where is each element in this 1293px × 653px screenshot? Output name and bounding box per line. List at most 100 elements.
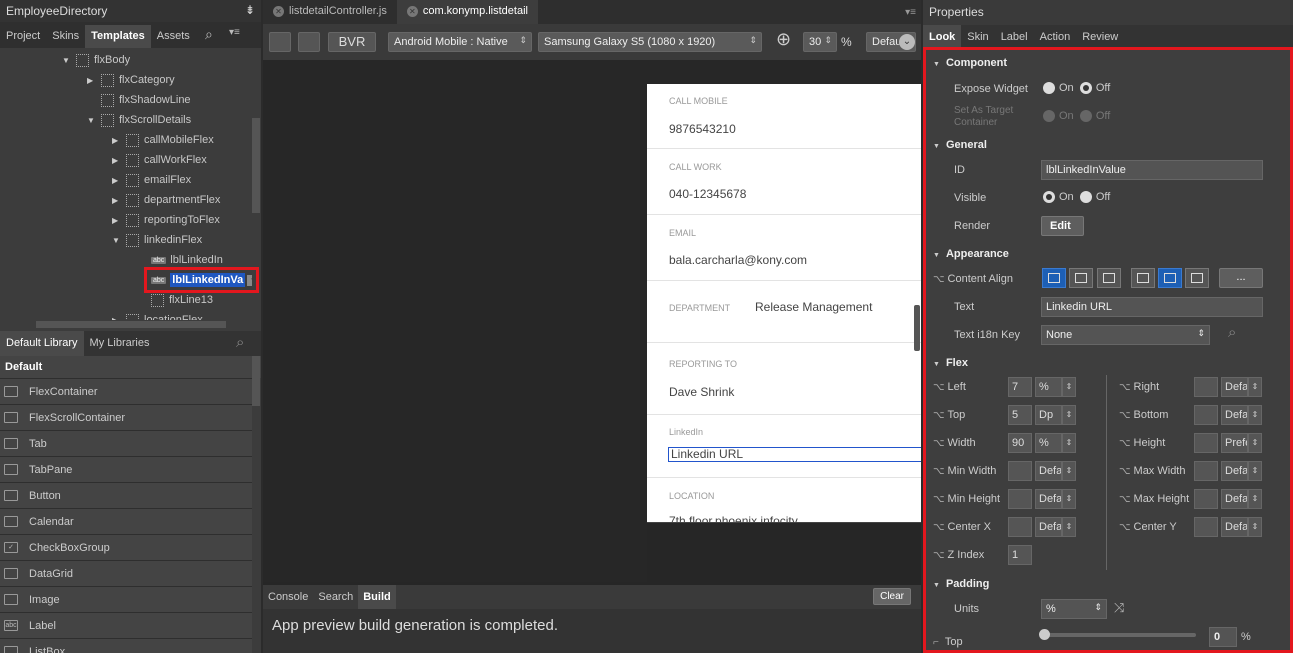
search-icon[interactable]: ⌕ — [1228, 324, 1236, 341]
expand-arrow-icon[interactable]: ▼ — [87, 116, 95, 125]
section-general[interactable]: General — [933, 139, 987, 151]
slider-handle[interactable] — [1039, 629, 1050, 640]
max-width-input[interactable] — [1194, 461, 1218, 481]
align-bottom-button[interactable] — [1185, 268, 1209, 288]
library-item[interactable]: ✓ CheckBoxGroup — [0, 534, 252, 560]
pin-icon[interactable]: ⇟ — [245, 3, 255, 17]
library-item[interactable]: Tab — [0, 430, 252, 456]
section-component[interactable]: Component — [933, 57, 1007, 69]
z-index-input[interactable]: 1 — [1008, 545, 1032, 565]
tree-node[interactable]: flxLine13 — [137, 290, 213, 310]
max-height-input[interactable] — [1194, 489, 1218, 509]
stepper-icon[interactable]: ⇕ — [1062, 517, 1076, 537]
tree-h-scrollbar[interactable] — [36, 321, 226, 328]
center-x-input[interactable] — [1008, 517, 1032, 537]
chevron-down-icon[interactable]: ⌄ — [899, 34, 915, 50]
collapse-arrow-icon[interactable]: ▶ — [112, 176, 120, 185]
center-x-unit-select[interactable]: Defa — [1035, 517, 1062, 537]
section-appearance[interactable]: Appearance — [933, 248, 1009, 260]
library-item[interactable]: ListBox — [0, 638, 252, 653]
email-value[interactable]: bala.carcharla@kony.com — [669, 253, 807, 267]
zoom-icon[interactable]: ⊕ — [776, 29, 791, 50]
collapse-arrow-icon[interactable]: ▶ — [112, 136, 120, 145]
radio-off[interactable] — [1079, 191, 1092, 203]
tab-search[interactable]: Search — [313, 585, 358, 609]
zoom-select[interactable]: 30 ⇕ — [803, 32, 837, 52]
menu-icon[interactable]: ▾≡ — [229, 27, 240, 38]
text-input[interactable]: Linkedin URL — [1041, 297, 1263, 317]
tab-skins[interactable]: Skins — [46, 25, 85, 48]
expand-arrow-icon[interactable]: ▼ — [62, 56, 70, 65]
department-value[interactable]: Release Management — [755, 300, 872, 314]
tab-project[interactable]: Project — [0, 25, 46, 48]
max-height-unit-select[interactable]: Defa — [1221, 489, 1248, 509]
left-input[interactable]: 7 — [1008, 377, 1032, 397]
library-item[interactable]: TabPane — [0, 456, 252, 482]
units-select[interactable]: % ⇕ — [1041, 599, 1107, 619]
min-width-unit-select[interactable]: Defa — [1035, 461, 1062, 481]
close-icon[interactable]: ✕ — [273, 6, 284, 17]
library-item[interactable]: abc Label — [0, 612, 252, 638]
stepper-icon[interactable]: ⇕ — [1062, 405, 1076, 425]
section-flex[interactable]: Flex — [933, 357, 968, 369]
shuffle-icon[interactable]: ⤨ — [1114, 600, 1124, 616]
left-unit-select[interactable]: % — [1035, 377, 1062, 397]
collapse-arrow-icon[interactable]: ▶ — [112, 156, 120, 165]
library-item[interactable]: FlexContainer — [0, 378, 252, 404]
visible-radio[interactable]: On Off — [1043, 191, 1110, 203]
tab-label[interactable]: Label — [995, 25, 1034, 49]
tab-build[interactable]: Build — [358, 585, 396, 609]
align-right-button[interactable] — [1097, 268, 1121, 288]
max-width-unit-select[interactable]: Defa — [1221, 461, 1248, 481]
collapse-arrow-icon[interactable]: ▶ — [87, 76, 95, 85]
library-item[interactable]: Image — [0, 586, 252, 612]
min-width-input[interactable] — [1008, 461, 1032, 481]
tree-node[interactable]: ▶ emailFlex — [112, 170, 191, 190]
canvas-scrollbar[interactable] — [914, 305, 920, 351]
collapse-arrow-icon[interactable]: ▶ — [112, 216, 120, 225]
call-mobile-value[interactable]: 9876543210 — [669, 122, 736, 136]
align-top-button[interactable] — [1131, 268, 1155, 288]
min-height-unit-select[interactable]: Defa — [1035, 489, 1062, 509]
pad-top-slider[interactable] — [1039, 629, 1196, 640]
stepper-icon[interactable]: ⇕ — [1062, 433, 1076, 453]
tab-action[interactable]: Action — [1034, 25, 1077, 49]
i18n-select[interactable]: None ⇕ — [1041, 325, 1210, 345]
width-unit-select[interactable]: % — [1035, 433, 1062, 453]
tab-listdetail[interactable]: ✕ com.konymp.listdetail — [396, 0, 538, 24]
height-input[interactable] — [1194, 433, 1218, 453]
clear-button[interactable]: Clear — [873, 588, 911, 605]
tree-node[interactable]: ▶ callWorkFlex — [112, 150, 207, 170]
library-item[interactable]: Button — [0, 482, 252, 508]
id-input[interactable]: lblLinkedInValue — [1041, 160, 1263, 180]
library-search-icon[interactable]: ⌕ — [236, 334, 244, 351]
stepper-icon[interactable]: ⇕ — [1248, 517, 1262, 537]
stepper-icon[interactable]: ⇕ — [1248, 461, 1262, 481]
expand-arrow-icon[interactable]: ▼ — [112, 236, 120, 245]
bottom-unit-select[interactable]: Defa — [1221, 405, 1248, 425]
library-item[interactable]: DataGrid — [0, 560, 252, 586]
tab-default-library[interactable]: Default Library — [0, 331, 84, 356]
align-left-button[interactable] — [1042, 268, 1066, 288]
stepper-icon[interactable]: ⇕ — [1062, 461, 1076, 481]
tree-node[interactable]: ▶ flxCategory — [87, 70, 175, 90]
tree-node[interactable]: ▼ flxScrollDetails — [87, 110, 191, 130]
tree-node[interactable]: ▼ linkedinFlex — [112, 230, 202, 250]
align-center-button[interactable] — [1069, 268, 1093, 288]
align-middle-button[interactable] — [1158, 268, 1182, 288]
bottom-input[interactable] — [1194, 405, 1218, 425]
radio-off[interactable] — [1079, 82, 1092, 94]
tab-assets[interactable]: Assets — [151, 25, 196, 48]
center-y-unit-select[interactable]: Defa — [1221, 517, 1248, 537]
height-unit-select[interactable]: Prefe — [1221, 433, 1248, 453]
stepper-icon[interactable]: ⇕ — [1062, 377, 1076, 397]
stepper-icon[interactable]: ⇕ — [1248, 433, 1262, 453]
top-unit-select[interactable]: Dp — [1035, 405, 1062, 425]
node-menu-icon[interactable]: ▾ — [247, 274, 252, 286]
min-height-input[interactable] — [1008, 489, 1032, 509]
radio-on[interactable] — [1043, 82, 1055, 94]
tree-node[interactable]: ▶ departmentFlex — [112, 190, 220, 210]
stepper-icon[interactable]: ⇕ — [1248, 405, 1262, 425]
device-select[interactable]: Samsung Galaxy S5 (1080 x 1920) ⇕ — [538, 32, 762, 52]
more-align-button[interactable]: ... — [1219, 268, 1263, 288]
